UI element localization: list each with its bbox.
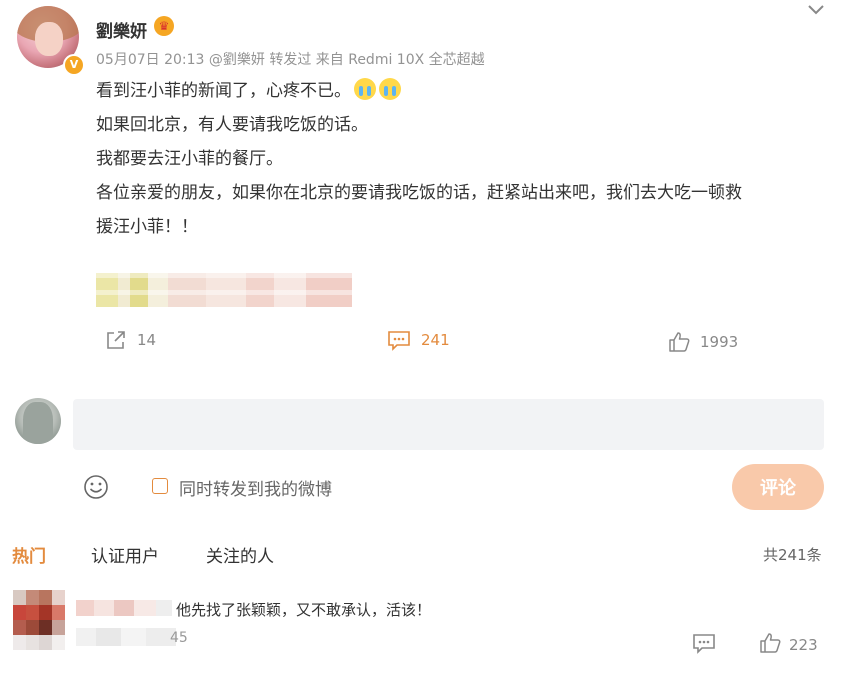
repost-checkbox-label[interactable]: 同时转发到我的微博 (179, 475, 332, 500)
comment-like-count: 223 (789, 636, 818, 654)
comment-total: 共241条 (763, 546, 822, 564)
like-count: 1993 (700, 333, 739, 351)
comment-button[interactable]: 241 (387, 328, 450, 352)
chevron-down-icon[interactable] (806, 0, 826, 20)
avatar-pixel-column (13, 590, 26, 650)
thumbs-up-icon (759, 632, 781, 658)
avatar-face (35, 22, 63, 56)
author-name[interactable]: 劉樂妍 (96, 17, 147, 42)
repost-icon (105, 329, 127, 351)
repost-count: 14 (137, 331, 157, 349)
post-line-text: 看到汪小菲的新闻了，心疼不已。 (96, 81, 351, 101)
repost-button[interactable]: 14 (105, 328, 156, 352)
tab-following[interactable]: 关注的人 (206, 542, 274, 567)
blurred-image-overlay (96, 273, 352, 307)
crying-emoji-icon (354, 78, 376, 100)
comment-text: 他先找了张颖颖，又不敢承认，活该！ (176, 601, 432, 619)
tab-verified-users[interactable]: 认证用户 (91, 542, 159, 567)
post-line: 援汪小菲！！ (96, 217, 198, 237)
comment-time-blurred (76, 628, 176, 646)
comment-time-suffix: 45 (170, 630, 188, 646)
commenter-avatar-blurred[interactable] (13, 590, 65, 650)
comment-icon (387, 329, 411, 351)
avatar-pixel-column (52, 590, 65, 650)
crown-icon: ♛ (154, 16, 174, 36)
post-content: 看到汪小菲的新闻了，心疼不已。 如果回北京，有人要请我吃饭的话。 我都要去汪小菲… (96, 74, 816, 244)
like-button[interactable]: 1993 (668, 330, 738, 354)
comment-input[interactable] (73, 399, 824, 450)
avatar-hair (23, 402, 53, 444)
avatar-pixel-column (39, 590, 52, 650)
tab-hot[interactable]: 热门 (12, 542, 46, 567)
reply-icon[interactable] (692, 632, 716, 658)
emoji-picker-icon[interactable] (83, 474, 109, 500)
submit-comment-button[interactable]: 评论 (732, 464, 824, 510)
crying-emoji-icon (379, 78, 401, 100)
post-line: 如果回北京，有人要请我吃饭的话。 (96, 115, 368, 135)
thumbs-up-icon (668, 331, 690, 353)
post-line: 看到汪小菲的新闻了，心疼不已。 (96, 74, 816, 108)
comment-like-button[interactable]: 223 (759, 632, 818, 658)
repost-checkbox[interactable] (152, 478, 168, 494)
post-line: 我都要去汪小菲的餐厅。 (96, 149, 283, 169)
verified-badge: V (63, 54, 85, 76)
commenter-name-blurred[interactable] (76, 600, 172, 616)
comment-count: 241 (421, 331, 450, 349)
current-user-avatar[interactable] (15, 398, 61, 444)
post-meta: 05月07日 20:13 @劉樂妍 转发过 来自 Redmi 10X 全芯超越 (96, 52, 485, 68)
post-line: 各位亲爱的朋友，如果你在北京的要请我吃饭的话，赶紧站出来吧，我们去大吃一顿救 (96, 183, 742, 203)
